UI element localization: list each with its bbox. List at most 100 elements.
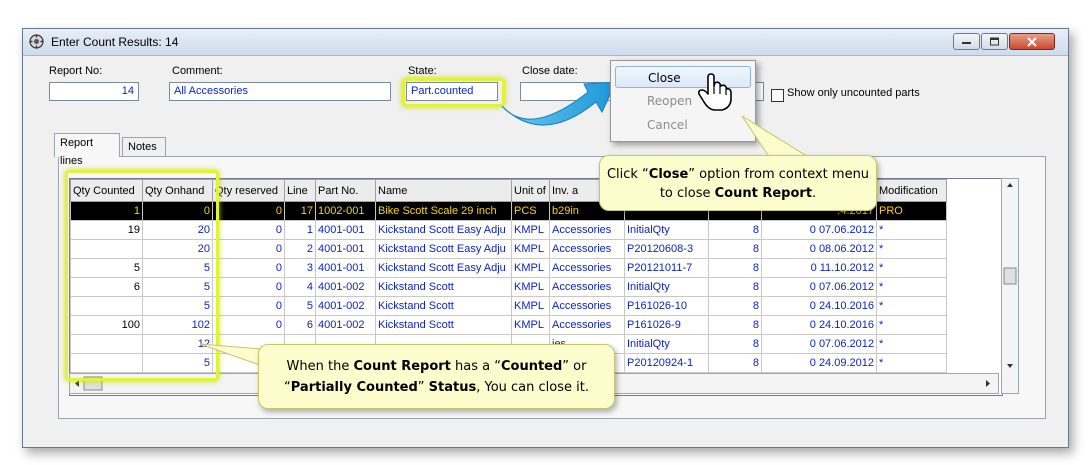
table-cell[interactable]: 102 bbox=[142, 315, 213, 335]
table-cell[interactable]: 0 bbox=[212, 296, 285, 316]
tab-report-lines[interactable]: Report lines bbox=[54, 133, 120, 167]
table-cell[interactable]: InitialQty bbox=[624, 277, 709, 297]
table-cell[interactable]: PCS bbox=[511, 201, 550, 221]
table-cell[interactable]: 4001-001 bbox=[315, 220, 376, 240]
maximize-button[interactable] bbox=[981, 33, 1008, 50]
table-cell[interactable]: Accessories bbox=[549, 239, 625, 259]
table-cell[interactable]: 19 bbox=[70, 220, 143, 240]
table-cell[interactable]: 0 bbox=[212, 277, 285, 297]
table-cell[interactable]: 17 bbox=[284, 201, 316, 221]
table-cell[interactable]: 8 bbox=[708, 239, 762, 259]
table-cell[interactable]: 0 bbox=[212, 315, 285, 335]
table-cell[interactable]: 3 bbox=[284, 258, 316, 278]
table-cell[interactable]: 0 24.09.2012 bbox=[761, 353, 877, 373]
col-line[interactable]: Line bbox=[284, 179, 316, 202]
col-qty-reserved[interactable]: Qty reserved bbox=[212, 179, 285, 202]
table-cell[interactable]: 8 bbox=[708, 353, 762, 373]
table-cell[interactable]: Accessories bbox=[549, 258, 625, 278]
table-cell[interactable]: Accessories bbox=[549, 220, 625, 240]
table-cell[interactable]: Kickstand Scott bbox=[375, 296, 512, 316]
col-qty-counted[interactable]: Qty Counted bbox=[70, 179, 143, 202]
table-cell[interactable] bbox=[70, 334, 143, 354]
table-cell[interactable] bbox=[70, 353, 143, 373]
table-cell[interactable]: 8 bbox=[708, 334, 762, 354]
table-cell[interactable]: 20 bbox=[142, 239, 213, 259]
table-cell[interactable]: Kickstand Scott Easy Adju bbox=[375, 258, 512, 278]
table-cell[interactable]: 0 24.10.2016 bbox=[761, 315, 877, 335]
col-part-no[interactable]: Part No. bbox=[315, 179, 376, 202]
table-cell[interactable] bbox=[70, 296, 143, 316]
table-cell[interactable]: 5 bbox=[142, 296, 213, 316]
table-cell[interactable]: 1 bbox=[70, 201, 143, 221]
table-row[interactable]: 20 0 2 4001-001 Kickstand Scott Easy Adju KMP… bbox=[70, 239, 947, 259]
table-cell[interactable]: 1002-001 bbox=[315, 201, 376, 221]
table-cell[interactable]: 0 11.10.2012 bbox=[761, 258, 877, 278]
table-cell[interactable]: P20120608-3 bbox=[624, 239, 709, 259]
table-cell[interactable]: 0 bbox=[212, 201, 285, 221]
table-cell[interactable]: 5 bbox=[142, 258, 213, 278]
table-cell[interactable]: KMPL bbox=[511, 258, 550, 278]
table-cell[interactable]: P161026-9 bbox=[624, 315, 709, 335]
table-cell[interactable]: 0 bbox=[212, 220, 285, 240]
table-cell[interactable]: Kickstand Scott bbox=[375, 315, 512, 335]
table-row[interactable]: 6 5 0 4 4001-002 Kickstand Scott KMPL Accessori… bbox=[70, 277, 947, 297]
table-cell[interactable]: Bike Scott Scale 29 inch bbox=[375, 201, 512, 221]
table-cell[interactable]: InitialQty bbox=[624, 334, 709, 354]
table-cell[interactable]: 2 bbox=[284, 239, 316, 259]
table-cell[interactable]: 4001-001 bbox=[315, 239, 376, 259]
table-cell[interactable]: 5 bbox=[70, 258, 143, 278]
table-cell[interactable]: 0 08.06.2012 bbox=[761, 239, 877, 259]
col-qty-onhand[interactable]: Qty Onhand bbox=[142, 179, 213, 202]
col-unit[interactable]: Unit of bbox=[511, 179, 550, 202]
table-cell[interactable]: KMPL bbox=[511, 220, 550, 240]
table-cell[interactable]: Accessories bbox=[549, 277, 625, 297]
table-cell[interactable]: 0 bbox=[212, 239, 285, 259]
col-name[interactable]: Name bbox=[375, 179, 512, 202]
table-cell[interactable]: 0 24.10.2016 bbox=[761, 296, 877, 316]
tab-notes[interactable]: Notes bbox=[122, 137, 166, 157]
table-cell[interactable]: 0 07.06.2012 bbox=[761, 334, 877, 354]
table-cell[interactable]: 0 bbox=[212, 258, 285, 278]
table-cell[interactable]: 0 bbox=[142, 201, 213, 221]
table-cell[interactable]: Kickstand Scott Easy Adju bbox=[375, 220, 512, 240]
table-cell[interactable]: * bbox=[876, 239, 947, 259]
minimize-button[interactable] bbox=[953, 33, 980, 50]
table-cell[interactable]: Kickstand Scott Easy Adju bbox=[375, 239, 512, 259]
table-cell[interactable]: * bbox=[876, 315, 947, 335]
table-cell[interactable]: P20121011-7 bbox=[624, 258, 709, 278]
table-cell[interactable]: 4001-002 bbox=[315, 277, 376, 297]
table-cell[interactable]: 8 bbox=[708, 277, 762, 297]
table-cell[interactable]: PRO bbox=[876, 201, 947, 221]
menu-item-cancel[interactable]: Cancel bbox=[615, 114, 751, 136]
table-cell[interactable]: P20120924-1 bbox=[624, 353, 709, 373]
title-bar[interactable]: Enter Count Results: 14 bbox=[23, 29, 1068, 56]
table-cell[interactable]: 0 07.06.2012 bbox=[761, 220, 877, 240]
table-row[interactable]: 19 20 0 1 4001-001 Kickstand Scott Easy Adju K… bbox=[70, 220, 947, 240]
table-row[interactable]: 100 102 0 6 4001-002 Kickstand Scott KMPL Acces… bbox=[70, 315, 947, 335]
table-cell[interactable]: * bbox=[876, 353, 947, 373]
close-window-button[interactable] bbox=[1009, 33, 1055, 50]
table-cell[interactable]: * bbox=[876, 220, 947, 240]
report-no-field[interactable]: 14 bbox=[49, 82, 139, 101]
table-cell[interactable]: KMPL bbox=[511, 277, 550, 297]
table-row[interactable]: 5 0 5 4001-002 Kickstand Scott KMPL Accessorie… bbox=[70, 296, 947, 316]
comment-field[interactable]: All Accessories bbox=[169, 82, 391, 101]
table-cell[interactable]: 8 bbox=[708, 220, 762, 240]
table-cell[interactable]: Accessories bbox=[549, 315, 625, 335]
table-cell[interactable]: 5 bbox=[142, 277, 213, 297]
table-cell[interactable]: KMPL bbox=[511, 239, 550, 259]
table-cell[interactable] bbox=[70, 239, 143, 259]
table-cell[interactable]: Accessories bbox=[549, 296, 625, 316]
table-cell[interactable]: 6 bbox=[70, 277, 143, 297]
table-cell[interactable]: * bbox=[876, 258, 947, 278]
show-uncounted-checkbox[interactable] bbox=[771, 89, 784, 102]
table-cell[interactable]: 4001-002 bbox=[315, 315, 376, 335]
table-cell[interactable]: 0 07.06.2012 bbox=[761, 277, 877, 297]
col-modification[interactable]: Modification bbox=[876, 179, 947, 202]
table-cell[interactable]: * bbox=[876, 334, 947, 354]
table-cell[interactable]: 8 bbox=[708, 296, 762, 316]
table-cell[interactable]: 4001-002 bbox=[315, 296, 376, 316]
table-cell[interactable]: 8 bbox=[708, 258, 762, 278]
table-cell[interactable]: 4001-001 bbox=[315, 258, 376, 278]
table-cell[interactable]: 5 bbox=[284, 296, 316, 316]
